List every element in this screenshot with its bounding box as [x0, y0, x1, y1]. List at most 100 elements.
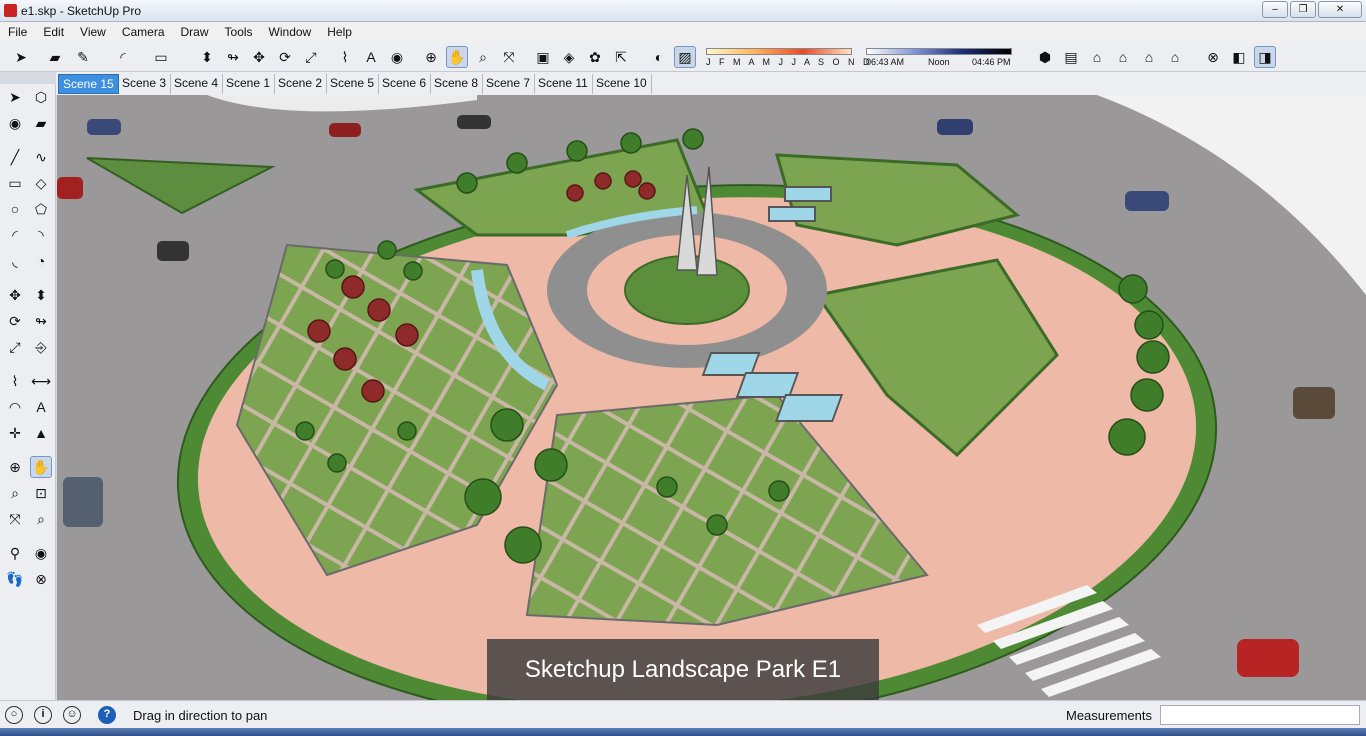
text-icon[interactable]: A — [30, 396, 52, 418]
tape-measure-icon[interactable]: ⌇ — [4, 370, 26, 392]
axes-icon[interactable]: ✛ — [4, 422, 26, 444]
tab-scene-6[interactable]: Scene 6 — [378, 74, 432, 94]
paint-bucket-icon[interactable]: ◉ — [386, 46, 408, 68]
walk-icon[interactable]: 👣 — [4, 568, 26, 590]
follow-me-icon[interactable]: ↬ — [30, 310, 52, 332]
orbit-icon[interactable]: ⊕ — [420, 46, 442, 68]
push-pull-icon[interactable]: ⬍ — [196, 46, 218, 68]
eraser-icon[interactable]: ▰ — [44, 46, 66, 68]
tape-measure-icon[interactable]: ⌇ — [334, 46, 356, 68]
previous-view-icon[interactable]: ⌕ — [30, 508, 52, 530]
help-icon[interactable]: ? — [98, 706, 116, 724]
display-shadows-icon[interactable]: ▨ — [674, 46, 696, 68]
shadow-settings-icon[interactable]: ◐ — [648, 46, 670, 68]
tab-scene-15[interactable]: Scene 15 — [58, 74, 119, 94]
zoom-icon[interactable]: ⌕ — [472, 46, 494, 68]
line-icon[interactable]: ╱ — [4, 146, 26, 168]
user-icon[interactable]: ☺ — [63, 706, 81, 724]
make-component-icon[interactable]: ⬡ — [30, 86, 52, 108]
pan-icon[interactable]: ✋ — [30, 456, 52, 478]
iso-view-icon[interactable]: ⬢ — [1034, 46, 1056, 68]
rectangle-icon[interactable]: ▭ — [150, 46, 172, 68]
scale-icon[interactable]: ⤢ — [4, 336, 26, 358]
arc-icon[interactable]: ◜ — [112, 46, 134, 68]
tab-scene-2[interactable]: Scene 2 — [274, 74, 328, 94]
dimension-icon[interactable]: ⟷ — [30, 370, 52, 392]
extension-icon[interactable]: ⇱ — [610, 46, 632, 68]
menu-file[interactable]: File — [0, 22, 35, 42]
select-icon[interactable]: ➤ — [4, 86, 26, 108]
menu-draw[interactable]: Draw — [173, 22, 217, 42]
share-model-icon[interactable]: ◈ — [558, 46, 580, 68]
maximize-button[interactable]: ❐ — [1290, 1, 1316, 18]
credits-icon[interactable]: i — [34, 706, 52, 724]
tab-scene-1[interactable]: Scene 1 — [222, 74, 276, 94]
arc-icon[interactable]: ◜ — [4, 224, 26, 246]
circle-icon[interactable]: ○ — [4, 198, 26, 220]
select-icon[interactable]: ➤ — [10, 46, 32, 68]
shadow-time-slider[interactable] — [866, 48, 1012, 55]
eraser-icon[interactable]: ▰ — [30, 112, 52, 134]
shadow-month-slider[interactable] — [706, 48, 852, 55]
tab-scene-7[interactable]: Scene 7 — [482, 74, 536, 94]
orbit-icon[interactable]: ⊕ — [4, 456, 26, 478]
two-point-arc-icon[interactable]: ◝ — [30, 224, 52, 246]
tab-scene-4[interactable]: Scene 4 — [170, 74, 224, 94]
section-plane-icon[interactable]: ⊗ — [1202, 46, 1224, 68]
offset-icon[interactable]: ⎆ — [30, 336, 52, 358]
menu-view[interactable]: View — [72, 22, 114, 42]
freehand-icon[interactable]: ∿ — [30, 146, 52, 168]
minimize-button[interactable]: – — [1262, 1, 1288, 18]
menu-camera[interactable]: Camera — [114, 22, 173, 42]
3d-text-icon[interactable]: ▲ — [30, 422, 52, 444]
tab-scene-3[interactable]: Scene 3 — [118, 74, 172, 94]
front-view-icon[interactable]: ⌂ — [1086, 46, 1108, 68]
tab-scene-11[interactable]: Scene 11 — [534, 74, 593, 94]
section-cut-icon[interactable]: ◧ — [1228, 46, 1250, 68]
left-view-icon[interactable]: ⌂ — [1164, 46, 1186, 68]
rotate-icon[interactable]: ⟳ — [274, 46, 296, 68]
zoom-icon[interactable]: ⌕ — [4, 482, 26, 504]
tab-scene-8[interactable]: Scene 8 — [430, 74, 484, 94]
right-view-icon[interactable]: ⌂ — [1112, 46, 1134, 68]
model-viewport[interactable]: Sketchup Landscape Park E1 — [57, 95, 1366, 700]
menu-tools[interactable]: Tools — [217, 22, 261, 42]
components-icon[interactable]: ✿ — [584, 46, 606, 68]
car-navy — [937, 119, 973, 135]
warehouse-icon[interactable]: ▣ — [532, 46, 554, 68]
menu-edit[interactable]: Edit — [35, 22, 72, 42]
menu-help[interactable]: Help — [319, 22, 360, 42]
section-display-icon[interactable]: ◨ — [1254, 46, 1276, 68]
look-around-icon[interactable]: ◉ — [30, 542, 52, 564]
geolocation-icon[interactable]: ○ — [5, 706, 23, 724]
move-icon[interactable]: ✥ — [4, 284, 26, 306]
zoom-window-icon[interactable]: ⊡ — [30, 482, 52, 504]
text-icon[interactable]: A — [360, 46, 382, 68]
menu-window[interactable]: Window — [261, 22, 320, 42]
pie-icon[interactable]: ◔ — [30, 250, 52, 272]
three-point-arc-icon[interactable]: ◟ — [4, 250, 26, 272]
scale-icon[interactable]: ⤢ — [300, 46, 322, 68]
zoom-extents-icon[interactable]: ⤧ — [498, 46, 520, 68]
measurements-input[interactable] — [1160, 705, 1360, 725]
polygon-icon[interactable]: ⬠ — [30, 198, 52, 220]
tab-scene-5[interactable]: Scene 5 — [326, 74, 380, 94]
tab-scene-10[interactable]: Scene 10 — [592, 74, 652, 94]
close-button[interactable]: ✕ — [1318, 1, 1362, 18]
paint-bucket-icon[interactable]: ◉ — [4, 112, 26, 134]
protractor-icon[interactable]: ◠ — [4, 396, 26, 418]
pan-icon[interactable]: ✋ — [446, 46, 468, 68]
section-plane-icon[interactable]: ⊗ — [30, 568, 52, 590]
push-pull-icon[interactable]: ⬍ — [30, 284, 52, 306]
position-camera-icon[interactable]: ⚲ — [4, 542, 26, 564]
top-view-icon[interactable]: ▤ — [1060, 46, 1082, 68]
rotate-icon[interactable]: ⟳ — [4, 310, 26, 332]
main-toolbar: ➤ ▰ ✎ ◜ ▭ ⬍ ↬ ✥ ⟳ ⤢ ⌇ A ◉ ⊕ ✋ ⌕ ⤧ ▣ ◈ ✿ … — [0, 42, 1366, 72]
rotated-rectangle-icon[interactable]: ◇ — [30, 172, 52, 194]
pencil-icon[interactable]: ✎ — [72, 46, 94, 68]
back-view-icon[interactable]: ⌂ — [1138, 46, 1160, 68]
follow-me-icon[interactable]: ↬ — [222, 46, 244, 68]
zoom-extents-icon[interactable]: ⤧ — [4, 508, 26, 530]
move-icon[interactable]: ✥ — [248, 46, 270, 68]
rectangle-icon[interactable]: ▭ — [4, 172, 26, 194]
